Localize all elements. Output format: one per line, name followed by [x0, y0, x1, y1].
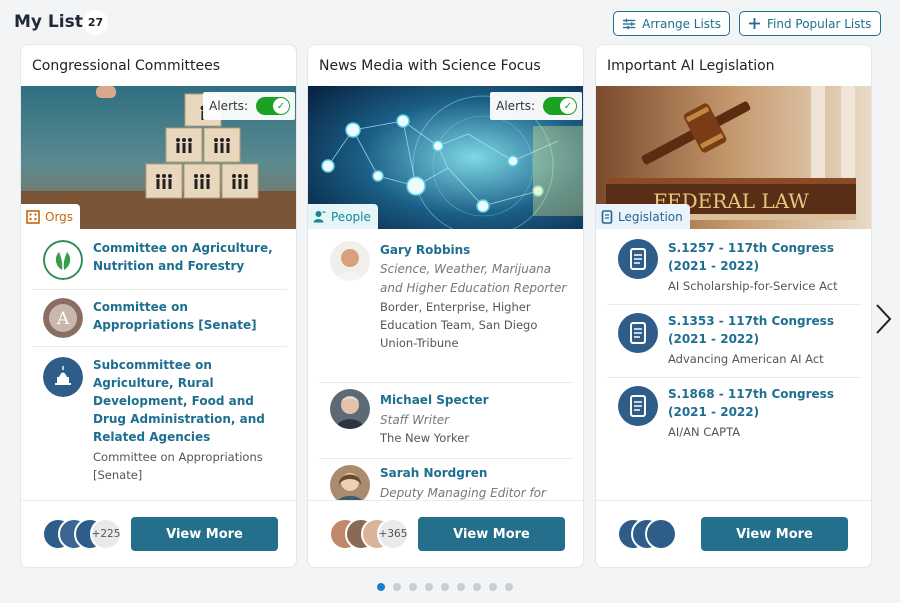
list-items: Committee on Agriculture, Nutrition and …	[21, 229, 296, 500]
bill-title[interactable]: S.1257 - 117th Congress (2021 - 2022)	[668, 239, 858, 275]
page-title: My Lists	[14, 12, 93, 32]
alerts-control: Alerts: ✓	[490, 92, 582, 120]
pagination-dot[interactable]	[377, 583, 385, 591]
card-footer: +225 View More	[21, 500, 296, 567]
find-popular-lists-label: Find Popular Lists	[767, 16, 872, 31]
alerts-toggle[interactable]: ✓	[256, 97, 290, 115]
more-count-badge: +225	[90, 518, 122, 550]
list-item[interactable]: Gary Robbins Science, Weather, Marijuana…	[319, 229, 574, 383]
view-more-button[interactable]: View More	[131, 517, 278, 551]
leaf-seal-icon	[43, 240, 83, 280]
person-icon	[313, 211, 326, 223]
card-footer: +365 View More	[308, 500, 583, 567]
item-name[interactable]: Committee on Agriculture, Nutrition and …	[93, 239, 283, 275]
chevron-right-icon[interactable]	[871, 302, 895, 336]
view-more-button[interactable]: View More	[418, 517, 565, 551]
list-item[interactable]: A Committee on Appropriations [Senate]	[32, 290, 287, 347]
list-item[interactable]: S.1353 - 117th Congress (2021 - 2022) Ad…	[607, 305, 862, 378]
alerts-label: Alerts:	[209, 99, 248, 113]
avatar	[330, 389, 370, 429]
scroll-icon	[601, 209, 613, 224]
pagination-dot[interactable]	[409, 583, 417, 591]
document-icon	[618, 239, 658, 279]
pagination-dot[interactable]	[441, 583, 449, 591]
list-type-label: Legislation	[618, 209, 683, 224]
card-title[interactable]: News Media with Science Focus	[319, 58, 541, 74]
bill-short-title: AI Scholarship-for-Service Act	[668, 279, 838, 293]
person-outlet: Border, Enterprise, Higher Education Tea…	[380, 300, 538, 350]
person-name[interactable]: Sarah Nordgren	[380, 464, 570, 482]
find-popular-lists-button[interactable]: Find Popular Lists	[739, 11, 881, 36]
bill-short-title: Advancing American AI Act	[668, 352, 824, 366]
svg-text:A: A	[56, 309, 70, 329]
alerts-control: Alerts: ✓	[203, 92, 295, 120]
carousel-pagination	[377, 583, 513, 591]
person-role: Staff Writer	[380, 413, 450, 427]
pagination-dot[interactable]	[473, 583, 481, 591]
list-item[interactable]: Subcommittee on Agriculture, Rural Devel…	[32, 347, 287, 482]
person-name[interactable]: Michael Specter	[380, 391, 570, 409]
list-type-badge: Orgs	[21, 204, 81, 229]
pagination-dot[interactable]	[425, 583, 433, 591]
card-title[interactable]: Important AI Legislation	[607, 58, 775, 74]
item-subtitle: Committee on Appropriations [Senate]	[93, 450, 263, 482]
list-items: Gary Robbins Science, Weather, Marijuana…	[308, 229, 583, 500]
lists-header: My Lists 27 Arrange Lists Find Popular L…	[0, 0, 900, 44]
plus-icon	[749, 18, 760, 29]
lists-count-badge: 27	[83, 10, 108, 35]
item-name[interactable]: Committee on Appropriations [Senate]	[93, 298, 283, 334]
avatar	[330, 241, 370, 281]
list-type-label: People	[331, 209, 371, 224]
check-icon: ✓	[273, 98, 289, 114]
person-role: Science, Weather, Marijuana and Higher E…	[380, 262, 567, 295]
building-icon	[26, 209, 40, 224]
list-card: Congressional Committees Alerts: ✓ Orgs …	[20, 44, 297, 568]
list-type-badge: Legislation	[596, 204, 690, 229]
pagination-dot[interactable]	[457, 583, 465, 591]
bill-short-title: AI/AN CAPTA	[668, 425, 741, 439]
person-outlet: The New Yorker	[380, 431, 470, 445]
avatar	[330, 465, 370, 500]
capitol-icon	[43, 357, 83, 397]
list-item[interactable]: Committee on Agriculture, Nutrition and …	[32, 229, 287, 290]
pagination-dot[interactable]	[393, 583, 401, 591]
list-item[interactable]: Michael Specter Staff Writer The New Yor…	[319, 383, 574, 459]
avatar	[645, 518, 677, 550]
sliders-icon	[622, 18, 636, 29]
list-item[interactable]: S.1257 - 117th Congress (2021 - 2022) AI…	[607, 229, 862, 305]
list-type-label: Orgs	[45, 209, 74, 224]
alerts-label: Alerts:	[496, 99, 535, 113]
card-title[interactable]: Congressional Committees	[32, 58, 220, 74]
view-more-button[interactable]: View More	[701, 517, 848, 551]
list-card: News Media with Science Focus Alerts: ✓ …	[307, 44, 584, 568]
person-role: Deputy Managing Editor for	[380, 486, 546, 500]
more-count-badge: +365	[377, 518, 409, 550]
list-item[interactable]: Sarah Nordgren Deputy Managing Editor fo…	[319, 459, 574, 500]
alerts-toggle[interactable]: ✓	[543, 97, 577, 115]
arrange-lists-label: Arrange Lists	[642, 16, 721, 31]
list-card: Important AI Legislation FEDERAL LAW Leg…	[595, 44, 872, 568]
card-footer: View More	[596, 500, 871, 567]
arrange-lists-button[interactable]: Arrange Lists	[613, 11, 730, 36]
document-icon	[618, 313, 658, 353]
bill-title[interactable]: S.1353 - 117th Congress (2021 - 2022)	[668, 312, 858, 348]
pagination-dot[interactable]	[489, 583, 497, 591]
senate-seal-icon: A	[43, 298, 83, 338]
list-items: S.1257 - 117th Congress (2021 - 2022) AI…	[596, 229, 871, 500]
list-type-badge: People	[308, 204, 378, 229]
person-name[interactable]: Gary Robbins	[380, 241, 570, 259]
pagination-dot[interactable]	[505, 583, 513, 591]
document-icon	[618, 386, 658, 426]
item-name[interactable]: Subcommittee on Agriculture, Rural Devel…	[93, 356, 283, 446]
bill-title[interactable]: S.1868 - 117th Congress (2021 - 2022)	[668, 385, 858, 421]
list-item[interactable]: S.1868 - 117th Congress (2021 - 2022) AI…	[607, 378, 862, 451]
check-icon: ✓	[560, 98, 576, 114]
